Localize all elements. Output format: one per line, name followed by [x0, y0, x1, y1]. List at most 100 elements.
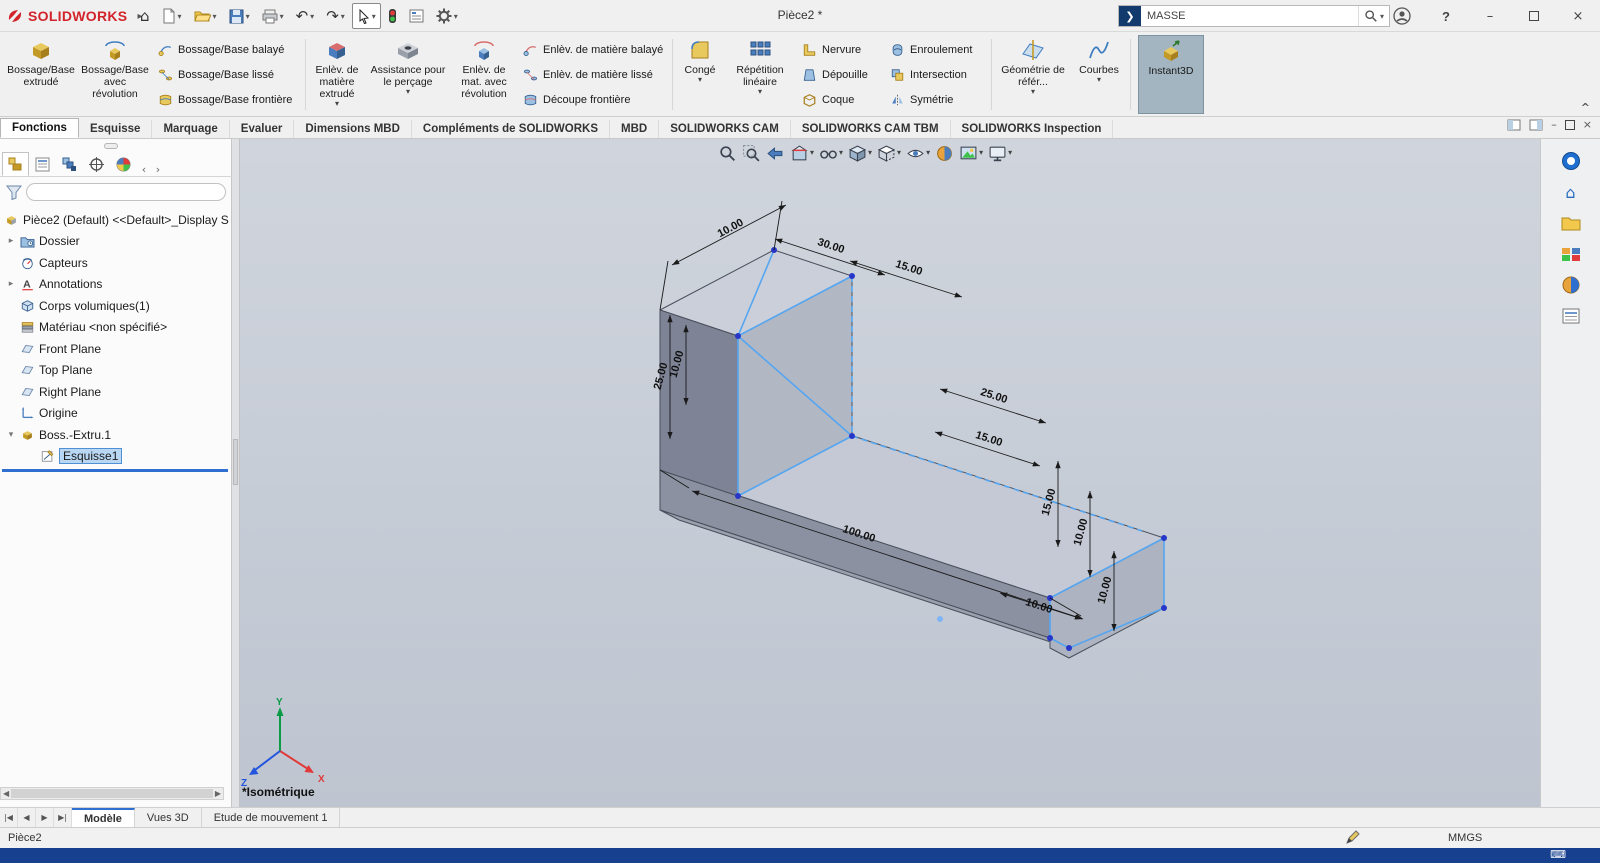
doc-minimize-icon[interactable]: –	[1551, 118, 1557, 131]
graphics-viewport[interactable]: ▾ ▾ ▾ ▾ ▾ ▾	[240, 139, 1540, 807]
tab-vues-3d[interactable]: Vues 3D	[135, 808, 202, 827]
boss-extrude-button[interactable]: Bossage/Base extrudé	[4, 35, 78, 114]
rollback-bar[interactable]	[2, 469, 228, 472]
cut-swept-button[interactable]: Enlèv. de matière balayé	[523, 39, 665, 61]
tree-horizontal-scrollbar[interactable]: ◀ ▶	[0, 787, 224, 800]
tab-esquisse[interactable]: Esquisse	[79, 120, 153, 138]
search-input[interactable]: MASSE	[1141, 10, 1358, 22]
tab-modele[interactable]: Modèle	[72, 808, 135, 827]
tree-item-dossier[interactable]: ▸ Dossier	[0, 231, 232, 253]
scrollbar-thumb[interactable]	[11, 789, 213, 798]
3d-part[interactable]	[660, 250, 1164, 658]
print-button[interactable]: ▾	[257, 3, 289, 29]
tab-nav-prev[interactable]: ◀	[18, 808, 36, 827]
close-button[interactable]: ×	[1556, 0, 1600, 32]
doc-close-icon[interactable]: ×	[1583, 118, 1592, 131]
expand-arrow-icon[interactable]: ▾	[6, 430, 16, 440]
panel-tab-scroll-left[interactable]: ‹	[137, 163, 151, 176]
tab-solidworks-cam-tbm[interactable]: SOLIDWORKS CAM TBM	[791, 120, 951, 138]
tree-item-esquisse1[interactable]: Esquisse1	[0, 446, 232, 468]
tree-root[interactable]: Pièce2 (Default) <<Default>_Display S	[0, 209, 232, 231]
file-properties-button[interactable]	[404, 3, 429, 29]
resources-button[interactable]	[1559, 149, 1583, 173]
tree-item-annotations[interactable]: ▸ A Annotations	[0, 274, 232, 296]
hole-wizard-button[interactable]: Assistance pour le perçage ▾	[365, 35, 451, 114]
tree-filter-input[interactable]	[26, 183, 226, 201]
shell-button[interactable]: Coque	[802, 89, 880, 111]
splitter-grip[interactable]	[233, 439, 238, 485]
custom-properties-button[interactable]	[1559, 304, 1583, 328]
featuremanager-tab[interactable]	[2, 152, 29, 176]
tab-mbd[interactable]: MBD	[610, 120, 659, 138]
tree-item-corps-volumiques[interactable]: Corps volumiques(1)	[0, 295, 232, 317]
scene-canvas[interactable]: 10.00 30.00 25.00 15.00 10.00 25.00 15.0…	[240, 139, 1540, 807]
tab-solidworks-inspection[interactable]: SOLIDWORKS Inspection	[951, 120, 1114, 138]
cut-extrude-button[interactable]: Enlèv. de matière extrudé ▾	[309, 35, 365, 114]
tree-item-front-plane[interactable]: Front Plane	[0, 338, 232, 360]
cut-boundary-button[interactable]: Découpe frontière	[523, 89, 665, 111]
panel-collapse-pearl[interactable]	[104, 143, 118, 149]
filter-funnel-icon[interactable]	[6, 185, 22, 200]
reference-geometry-button[interactable]: Géométrie de référ... ▾	[995, 35, 1071, 114]
curves-button[interactable]: Courbes ▾	[1071, 35, 1127, 114]
boss-boundary-button[interactable]: Bossage/Base frontière	[158, 89, 298, 111]
search-box[interactable]: ❯ MASSE ▾	[1118, 5, 1390, 27]
tab-complements[interactable]: Compléments de SOLIDWORKS	[412, 120, 610, 138]
select-button[interactable]: ▾	[352, 3, 381, 29]
design-library-button[interactable]	[1559, 211, 1583, 235]
configurationmanager-tab[interactable]	[56, 152, 83, 176]
part-face-wall-front[interactable]	[660, 310, 738, 496]
boss-swept-button[interactable]: Bossage/Base balayé	[158, 39, 298, 61]
home-tab-button[interactable]: ⌂	[1559, 180, 1583, 204]
tree-item-right-plane[interactable]: Right Plane	[0, 381, 232, 403]
tree-item-boss-extru1[interactable]: ▾ Boss.-Extru.1	[0, 424, 232, 446]
new-document-button[interactable]: ▾	[157, 3, 187, 29]
scroll-left-icon[interactable]: ◀	[3, 789, 9, 798]
expand-arrow-icon[interactable]: ▸	[6, 236, 16, 246]
intersect-button[interactable]: Intersection	[890, 64, 984, 86]
tab-dimensions-mbd[interactable]: Dimensions MBD	[294, 120, 412, 138]
linear-pattern-button[interactable]: Répétition linéaire ▾	[724, 35, 796, 114]
panel-tab-scroll-right[interactable]: ›	[151, 163, 165, 176]
tab-nav-last[interactable]: ▶|	[54, 808, 72, 827]
rebuild-button[interactable]	[383, 3, 402, 29]
restore-button[interactable]	[1512, 0, 1556, 32]
tree-item-capteurs[interactable]: Capteurs	[0, 252, 232, 274]
propertymanager-tab[interactable]	[29, 152, 56, 176]
help-button[interactable]: ?	[1424, 0, 1468, 32]
tree-item-materiau[interactable]: Matériau <non spécifié>	[0, 317, 232, 339]
tab-marquage[interactable]: Marquage	[152, 120, 229, 138]
expand-arrow-icon[interactable]: ▸	[6, 279, 16, 289]
redo-button[interactable]: ↷▾	[321, 3, 350, 29]
mirror-button[interactable]: Symétrie	[890, 89, 984, 111]
dimxpertmanager-tab[interactable]	[83, 152, 110, 176]
tree-item-top-plane[interactable]: Top Plane	[0, 360, 232, 382]
boss-loft-button[interactable]: Bossage/Base lissé	[158, 64, 298, 86]
instant3d-button[interactable]: Instant3D	[1138, 35, 1204, 114]
keyboard-language-icon[interactable]: ⌨	[1550, 848, 1566, 861]
boss-revolve-button[interactable]: Bossage/Base avec révolution	[78, 35, 152, 114]
displaymanager-tab[interactable]	[110, 152, 137, 176]
options-button[interactable]: ▾	[431, 3, 463, 29]
tab-nav-next[interactable]: ▶	[36, 808, 54, 827]
scroll-right-icon[interactable]: ▶	[215, 789, 221, 798]
account-button[interactable]	[1380, 0, 1424, 32]
panel-splitter[interactable]	[232, 139, 240, 807]
wrap-button[interactable]: Enroulement	[890, 39, 984, 61]
home-button[interactable]: ⌂	[135, 3, 155, 29]
open-button[interactable]: ▾	[189, 3, 222, 29]
pane-left-icon[interactable]	[1507, 119, 1521, 131]
tab-fonctions[interactable]: Fonctions	[0, 118, 79, 138]
draft-button[interactable]: Dépouille	[802, 64, 880, 86]
rib-button[interactable]: Nervure	[802, 39, 880, 61]
pane-right-icon[interactable]	[1529, 119, 1543, 131]
minimize-button[interactable]: –	[1468, 0, 1512, 32]
tree-item-origine[interactable]: Origine	[0, 403, 232, 425]
status-units[interactable]: MMGS	[1448, 832, 1482, 844]
cut-loft-button[interactable]: Enlèv. de matière lissé	[523, 64, 665, 86]
fillet-button[interactable]: Congé ▾	[676, 35, 724, 114]
undo-button[interactable]: ↶▾	[291, 3, 320, 29]
ribbon-collapse-icon[interactable]: ^	[1581, 101, 1590, 114]
appearances-button[interactable]	[1559, 273, 1583, 297]
cut-revolve-button[interactable]: Enlèv. de mat. avec révolution	[451, 35, 517, 114]
